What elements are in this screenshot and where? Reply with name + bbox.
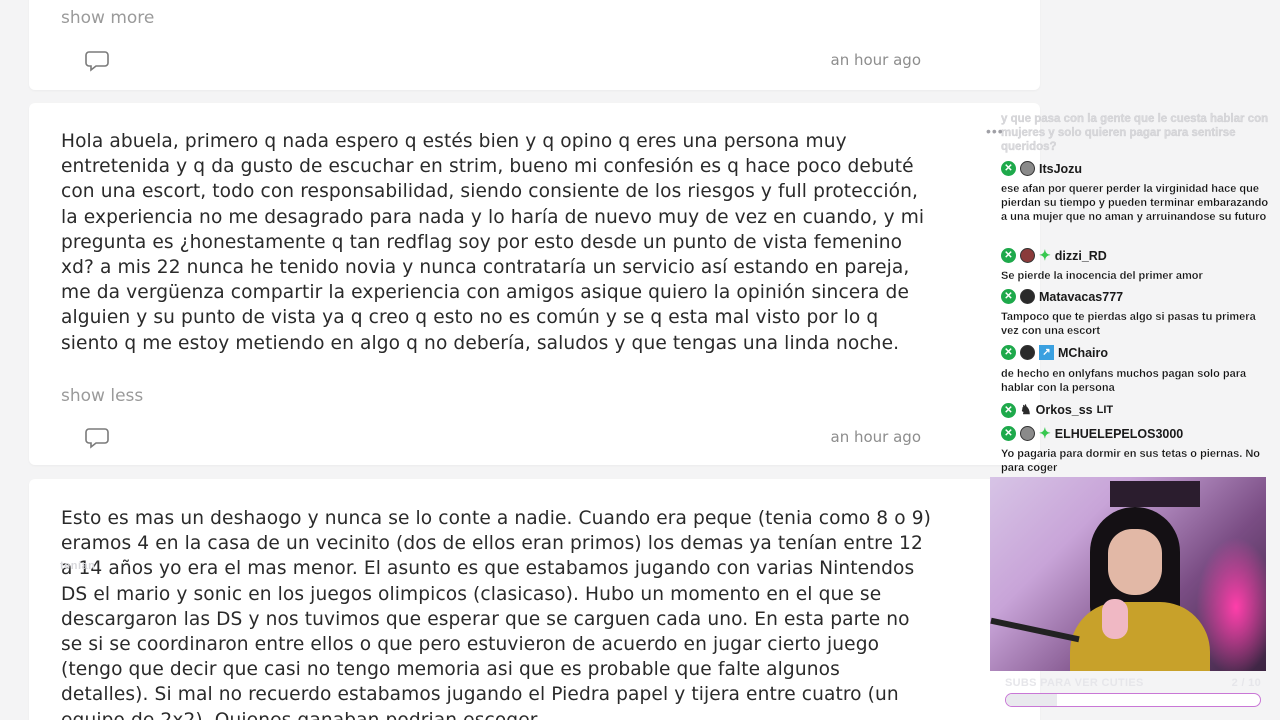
microphone-icon <box>1102 599 1128 639</box>
chat-username: MChairo <box>1058 345 1108 360</box>
confession-text: Esto es mas un deshaogo y nunca se lo co… <box>61 508 931 720</box>
more-options-icon[interactable]: ••• <box>986 123 1004 139</box>
show-less-link[interactable]: show less <box>61 386 143 406</box>
xbox-badge-icon: ✕ <box>1001 426 1016 441</box>
avatar <box>1020 248 1035 263</box>
avatar <box>1020 161 1035 176</box>
chat-username: Orkos_ss <box>1035 403 1093 417</box>
chat-username: Matavacas777 <box>1039 289 1124 304</box>
avatar <box>1020 345 1035 360</box>
confession-text: Hola abuela, primero q nada espero q est… <box>61 131 925 354</box>
shelf-decoration <box>1110 481 1200 507</box>
chat-username-row: ✕ ItsJozu <box>1001 161 1082 176</box>
avatar <box>1020 426 1035 441</box>
goal-progress-bar <box>1005 693 1261 707</box>
show-more-link[interactable]: show more <box>61 8 154 28</box>
chat-username-row: ✕ ↗ MChairo <box>1001 345 1108 360</box>
stream-chat-overlay: y que pasa con la gente que le cuesta ha… <box>986 110 1280 478</box>
chat-message: de hecho en onlyfans muchos pagan solo p… <box>1001 368 1247 394</box>
comment-icon[interactable] <box>85 427 109 449</box>
post-timestamp: an hour ago <box>830 428 921 446</box>
xbox-badge-icon: ✕ <box>1001 161 1016 176</box>
confession-card: Hola abuela, primero q nada espero q est… <box>29 103 1040 465</box>
chat-message: ese afan por querer perder la virginidad… <box>1001 183 1269 223</box>
sparkle-badge-icon: ✦ <box>1039 425 1051 441</box>
sparkle-badge-icon: ✦ <box>1039 247 1051 263</box>
confession-card: show more an hour ago <box>29 0 1040 90</box>
stream-overlay-tag: tenían <box>60 560 96 572</box>
chat-username-row: ✕ Matavacas777 <box>1001 289 1123 304</box>
chat-message: Se pierde la inocencia del primer amor <box>1001 270 1203 282</box>
streamer <box>1070 507 1210 671</box>
sub-goal-widget: SUBS PARA VER CUTIES 2 / 10 <box>1005 677 1261 707</box>
chat-username-row: ✕ ✦ ELHUELEPELOS3000 <box>1001 425 1183 442</box>
avatar <box>1020 289 1035 304</box>
chat-username: ItsJozu <box>1039 161 1083 176</box>
chat-username: dizzi_RD <box>1054 248 1107 263</box>
webcam-feed <box>990 477 1266 671</box>
goal-count: 2 / 10 <box>1231 677 1261 689</box>
chat-username-row: ✕ ♞ Orkos_ss LIT <box>1001 402 1113 418</box>
xbox-badge-icon: ✕ <box>1001 345 1016 360</box>
chat-username: ELHUELEPELOS3000 <box>1054 426 1184 441</box>
goal-progress-fill <box>1006 694 1057 706</box>
xbox-badge-icon: ✕ <box>1001 248 1016 263</box>
xbox-badge-icon: ✕ <box>1001 402 1016 418</box>
chat-username-row: ✕ ✦ dizzi_RD <box>1001 247 1107 264</box>
silhouette-badge-icon: ♞ <box>1020 402 1032 417</box>
comment-icon[interactable] <box>85 50 109 72</box>
post-timestamp: an hour ago <box>830 51 921 69</box>
mic-arm <box>990 617 1080 643</box>
xbox-badge-icon: ✕ <box>1001 289 1016 304</box>
goal-label: SUBS PARA VER CUTIES <box>1005 677 1144 689</box>
chat-message: Tampoco que te pierdas algo si pasas tu … <box>1001 311 1256 337</box>
confession-card: Esto es mas un deshaogo y nunca se lo co… <box>29 479 1040 720</box>
arrow-badge-icon: ↗ <box>1039 345 1054 360</box>
chat-message-faded: y que pasa con la gente que le cuesta ha… <box>1001 113 1269 153</box>
chat-emote-text: LIT <box>1096 404 1114 416</box>
chat-message: Yo pagaria para dormir en sus tetas o pi… <box>1001 448 1260 474</box>
